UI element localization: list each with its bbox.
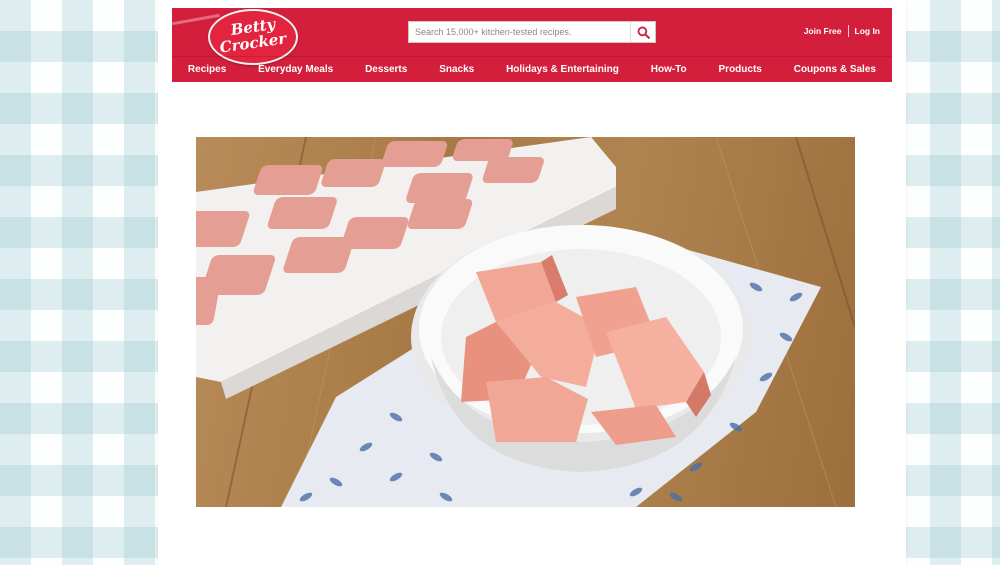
nav-item-everyday-meals[interactable]: Everyday Meals: [258, 64, 333, 75]
log-in-link[interactable]: Log In: [855, 26, 881, 36]
nav-item-coupons-sales[interactable]: Coupons & Sales: [794, 64, 876, 75]
join-free-link[interactable]: Join Free: [804, 26, 842, 36]
main-navigation: Recipes Everyday Meals Desserts Snacks H…: [172, 57, 892, 82]
nav-item-desserts[interactable]: Desserts: [365, 64, 407, 75]
nav-item-holidays-entertaining[interactable]: Holidays & Entertaining: [506, 64, 619, 75]
site-header: Betty Crocker Join Free Log In Recipes E…: [172, 8, 892, 82]
search-icon: [637, 26, 650, 39]
nav-item-snacks[interactable]: Snacks: [439, 64, 474, 75]
account-divider: [847, 25, 849, 37]
search-input[interactable]: [409, 22, 631, 42]
search-box: [408, 21, 656, 43]
hero-image: [196, 137, 855, 507]
nav-item-products[interactable]: Products: [719, 64, 762, 75]
account-links: Join Free Log In: [804, 25, 880, 37]
nav-item-recipes[interactable]: Recipes: [188, 64, 226, 75]
search-button[interactable]: [630, 22, 655, 42]
nav-item-how-to[interactable]: How-To: [651, 64, 687, 75]
frozen-fruit-cubes-photo: [196, 137, 855, 507]
page-content: Betty Crocker Join Free Log In Recipes E…: [158, 0, 906, 565]
